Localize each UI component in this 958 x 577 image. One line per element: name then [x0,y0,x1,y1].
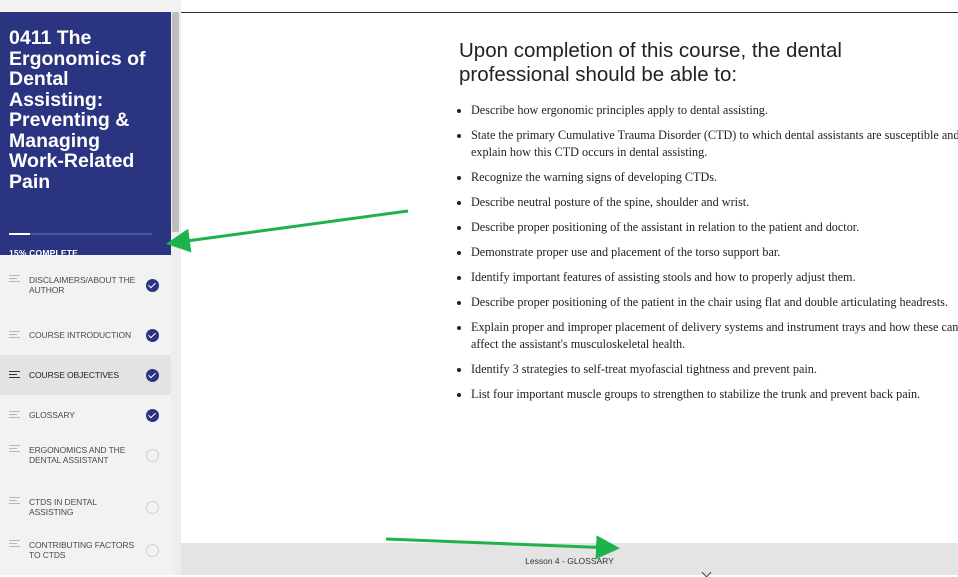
objectives-list: Describe how ergonomic principles apply … [454,102,958,411]
check-complete-icon [146,329,159,342]
sidebar-lesson-label: COURSE OBJECTIVES [29,370,119,380]
incomplete-circle-icon [146,544,159,557]
objective-item: Identify 3 strategies to self-treat myof… [471,361,958,378]
lesson-lines-icon [9,445,20,454]
sidebar-scrollbar[interactable] [171,12,181,575]
objective-item: State the primary Cumulative Trauma Diso… [471,127,958,161]
sidebar-lesson-label: CTDS IN DENTAL ASSISTING [29,497,97,517]
lesson-lines-icon [9,275,20,284]
incomplete-circle-icon [146,501,159,514]
course-title: 0411 The Ergonomics of Dental Assisting:… [9,27,146,193]
check-complete-icon [146,409,159,422]
sidebar-lesson-label: COURSE INTRODUCTION [29,330,131,340]
sidebar-lesson-item[interactable]: COURSE INTRODUCTION [0,315,171,355]
sidebar-lesson-label: ERGONOMICS AND THE DENTAL ASSISTANT [29,445,126,465]
course-header: 0411 The Ergonomics of Dental Assisting:… [0,12,171,258]
sidebar-lesson-label: GLOSSARY [29,410,75,420]
check-complete-icon [146,369,159,382]
sidebar-lesson-item[interactable]: CONTRIBUTING FACTORS TO CTDS [0,530,171,570]
sidebar-lesson-item[interactable]: ERGONOMICS AND THE DENTAL ASSISTANT [0,435,171,475]
sidebar-lesson-item[interactable]: CTDS IN DENTAL ASSISTING [0,487,171,527]
progress-bar-fill [9,233,31,235]
progress-label: 15% COMPLETE [9,248,78,258]
sidebar-lesson-label: DISCLAIMERS/ABOUT THE AUTHOR [29,275,136,295]
objective-item: Describe proper positioning of the assis… [471,219,958,236]
objective-item: Recognize the warning signs of developin… [471,169,958,186]
sidebar-lesson-item[interactable]: GLOSSARY [0,395,171,435]
next-lesson-label[interactable]: Lesson 4 - GLOSSARY [181,556,958,566]
sidebar-lesson-item[interactable]: DISCLAIMERS/ABOUT THE AUTHOR [0,265,171,305]
chevron-down-icon[interactable] [701,567,712,577]
course-sidebar: 0411 The Ergonomics of Dental Assisting:… [0,0,181,575]
objective-item: Identify important features of assisting… [471,269,958,286]
sidebar-scrollbar-thumb[interactable] [172,12,179,232]
sidebar-lesson-item[interactable]: COURSE OBJECTIVES [0,355,171,395]
check-complete-icon [146,279,159,292]
lesson-lines-icon [9,371,20,380]
objective-item: Describe neutral posture of the spine, s… [471,194,958,211]
objective-item: Describe how ergonomic principles apply … [471,102,958,119]
progress-bar [9,233,152,235]
objectives-heading: Upon completion of this course, the dent… [459,39,842,86]
incomplete-circle-icon [146,449,159,462]
lesson-lines-icon [9,331,20,340]
objective-item: Explain proper and improper placement of… [471,319,958,353]
lesson-content: Upon completion of this course, the dent… [181,13,958,543]
lesson-lines-icon [9,497,20,506]
sidebar-lesson-label: CONTRIBUTING FACTORS TO CTDS [29,540,135,560]
lesson-lines-icon [9,540,20,549]
objective-item: List four important muscle groups to str… [471,386,958,403]
lesson-lines-icon [9,411,20,420]
objective-item: Describe proper positioning of the patie… [471,294,958,311]
next-lesson-bar[interactable]: Lesson 4 - GLOSSARY [181,543,958,577]
objective-item: Demonstrate proper use and placement of … [471,244,958,261]
